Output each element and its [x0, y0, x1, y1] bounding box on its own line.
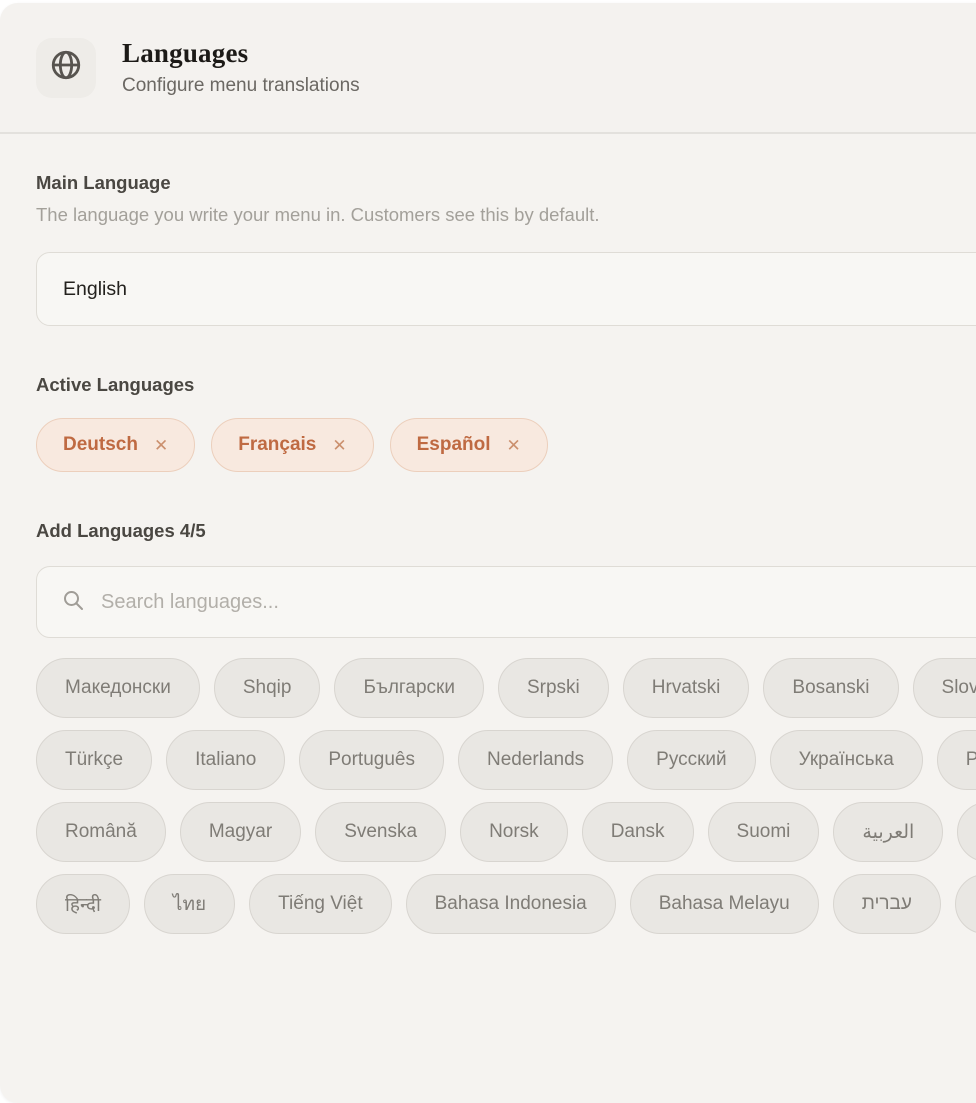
languages-settings-card: Languages Configure menu translations Ma… [0, 3, 976, 1103]
language-pill[interactable]: ქართული [955, 874, 976, 934]
language-pill[interactable]: Bosanski [763, 658, 898, 718]
language-pill-row: Македонски Shqip Български Srpski Hrvats… [36, 658, 976, 718]
language-pill[interactable]: Srpski [498, 658, 609, 718]
language-pill[interactable]: Slovenščina [913, 658, 976, 718]
language-pill[interactable]: Türkçe [36, 730, 152, 790]
active-languages-label: Active Languages [36, 374, 976, 396]
main-language-label: Main Language [36, 172, 976, 194]
remove-icon[interactable]: ✕ [154, 437, 168, 454]
language-pill[interactable]: Bahasa Indonesia [406, 874, 616, 934]
language-pill[interactable]: Tiếng Việt [249, 874, 392, 934]
language-pill[interactable]: Suomi [708, 802, 820, 862]
remove-icon[interactable]: ✕ [332, 437, 346, 454]
language-pill[interactable]: Shqip [214, 658, 321, 718]
active-language-chip-francais[interactable]: Français ✕ [211, 418, 373, 472]
language-pill[interactable]: Dansk [582, 802, 694, 862]
language-pill[interactable]: Nederlands [458, 730, 613, 790]
language-pill[interactable]: Русский [627, 730, 756, 790]
chip-label: Español [417, 434, 491, 456]
language-pill[interactable]: Hrvatski [623, 658, 750, 718]
globe-icon-tile [36, 38, 96, 98]
language-pill-row: Türkçe Italiano Português Nederlands Рус… [36, 730, 976, 790]
language-pill[interactable]: 中文 [957, 802, 976, 862]
chip-label: Français [238, 434, 316, 456]
language-pill-row: Română Magyar Svenska Norsk Dansk Suomi … [36, 802, 976, 862]
language-pill[interactable]: Norsk [460, 802, 568, 862]
language-pill[interactable]: Português [299, 730, 444, 790]
card-body: Main Language The language you write you… [0, 172, 976, 934]
search-input[interactable] [101, 591, 976, 614]
search-field[interactable] [36, 566, 976, 638]
active-language-chip-deutsch[interactable]: Deutsch ✕ [36, 418, 195, 472]
available-languages: Македонски Shqip Български Srpski Hrvats… [36, 658, 976, 934]
language-pill[interactable]: Italiano [166, 730, 285, 790]
chip-label: Deutsch [63, 434, 138, 456]
language-pill[interactable]: Svenska [315, 802, 446, 862]
remove-icon[interactable]: ✕ [507, 437, 521, 454]
active-language-chip-espanol[interactable]: Español ✕ [390, 418, 548, 472]
page-subtitle: Configure menu translations [122, 75, 360, 97]
language-pill[interactable]: Română [36, 802, 166, 862]
language-pill[interactable]: Magyar [180, 802, 301, 862]
language-pill[interactable]: עברית [833, 874, 941, 934]
search-icon [61, 588, 85, 617]
language-pill[interactable]: हिन्दी [36, 874, 130, 934]
main-language-description: The language you write your menu in. Cus… [36, 204, 976, 226]
language-pill[interactable]: Polski [937, 730, 976, 790]
language-pill[interactable]: العربية [833, 802, 943, 862]
language-pill[interactable]: Български [334, 658, 484, 718]
language-pill[interactable]: Македонски [36, 658, 200, 718]
page-title: Languages [122, 38, 360, 69]
card-header: Languages Configure menu translations [0, 3, 976, 134]
header-texts: Languages Configure menu translations [122, 38, 360, 97]
main-language-field[interactable]: English [36, 252, 976, 326]
globe-icon [49, 48, 83, 87]
language-pill[interactable]: ไทย [144, 874, 235, 934]
language-pill[interactable]: Українська [770, 730, 923, 790]
add-languages-label: Add Languages 4/5 [36, 520, 976, 542]
language-pill[interactable]: Bahasa Melayu [630, 874, 819, 934]
active-languages-chips: Deutsch ✕ Français ✕ Español ✕ [36, 418, 976, 472]
language-pill-row: हिन्दी ไทย Tiếng Việt Bahasa Indonesia B… [36, 874, 976, 934]
